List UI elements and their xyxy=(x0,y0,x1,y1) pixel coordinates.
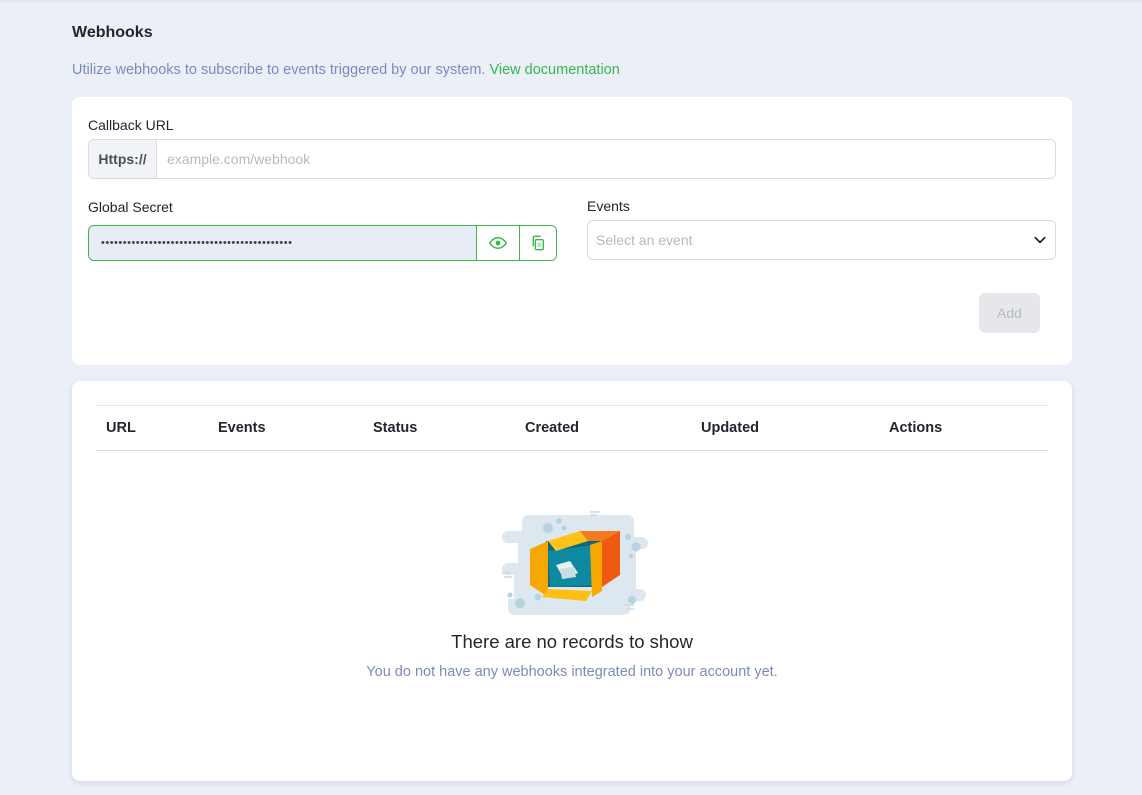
global-secret-group: ••••••••••••••••••••••••••••••••••••••••… xyxy=(88,225,557,261)
empty-state-title: There are no records to show xyxy=(451,631,693,652)
column-header-url[interactable]: URL xyxy=(106,420,136,436)
callback-url-label: Callback URL xyxy=(88,117,174,133)
global-secret-value: ••••••••••••••••••••••••••••••••••••••••… xyxy=(101,237,293,249)
column-header-updated[interactable]: Updated xyxy=(701,420,759,436)
callback-url-group: Https:// xyxy=(88,139,1056,179)
chevron-down-icon xyxy=(1034,236,1046,244)
add-webhook-button[interactable]: Add xyxy=(979,293,1040,333)
empty-state-description: You do not have any webhooks integrated … xyxy=(366,664,778,680)
view-documentation-link[interactable]: View documentation xyxy=(489,62,619,78)
copy-secret-button[interactable] xyxy=(519,226,556,260)
subtitle-text: Utilize webhooks to subscribe to events … xyxy=(72,62,486,78)
top-divider xyxy=(0,0,1142,3)
page-subtitle: Utilize webhooks to subscribe to events … xyxy=(72,62,620,78)
column-header-events[interactable]: Events xyxy=(218,420,266,436)
webhook-form-card: Callback URL Https:// Global Secret ••••… xyxy=(72,97,1072,365)
webhooks-table-card: URL Events Status Created Updated Action… xyxy=(72,381,1072,781)
column-header-actions: Actions xyxy=(889,420,943,436)
eye-icon xyxy=(489,236,507,250)
events-label: Events xyxy=(587,198,630,214)
copy-icon xyxy=(532,235,544,251)
events-select[interactable]: Select an event xyxy=(587,220,1056,260)
global-secret-label: Global Secret xyxy=(88,199,173,215)
url-prefix: Https:// xyxy=(89,140,157,178)
table-header: URL Events Status Created Updated Action… xyxy=(96,405,1048,451)
global-secret-field[interactable]: ••••••••••••••••••••••••••••••••••••••••… xyxy=(89,226,477,260)
column-header-created[interactable]: Created xyxy=(525,420,579,436)
events-placeholder: Select an event xyxy=(596,232,693,248)
page-title: Webhooks xyxy=(72,24,153,41)
column-header-status[interactable]: Status xyxy=(373,420,417,436)
empty-box-illustration xyxy=(502,511,648,615)
toggle-secret-visibility-button[interactable] xyxy=(477,226,519,260)
callback-url-input[interactable] xyxy=(157,140,1055,178)
